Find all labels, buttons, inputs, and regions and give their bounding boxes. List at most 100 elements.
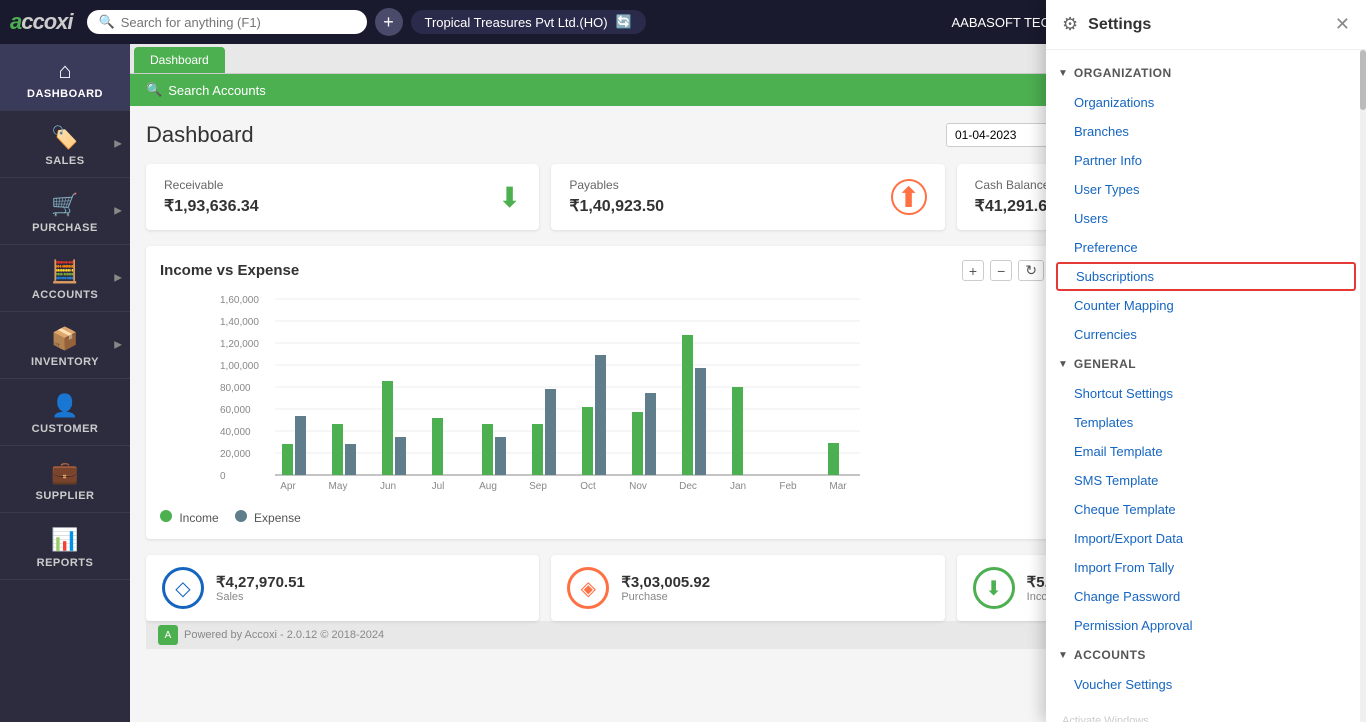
settings-item-user-types[interactable]: User Types <box>1046 175 1366 204</box>
section-header-organization[interactable]: ▼ ORGANIZATION <box>1046 58 1366 88</box>
supplier-icon: 💼 <box>51 460 78 486</box>
sidebar-item-inventory[interactable]: 📦 INVENTORY ▶ <box>0 312 130 379</box>
settings-item-shortcut-settings[interactable]: Shortcut Settings <box>1046 379 1366 408</box>
search-accounts-label: Search Accounts <box>168 83 266 98</box>
settings-item-subscriptions[interactable]: Subscriptions <box>1056 262 1356 291</box>
chevron-right-icon: ▶ <box>114 340 122 351</box>
svg-text:60,000: 60,000 <box>220 405 251 416</box>
settings-item-import-export[interactable]: Import/Export Data <box>1046 524 1366 553</box>
sales-summary-card: ◇ ₹4,27,970.51 Sales <box>146 555 539 621</box>
svg-text:1,20,000: 1,20,000 <box>220 339 259 350</box>
settings-item-templates[interactable]: Templates <box>1046 408 1366 437</box>
section-label-general: GENERAL <box>1074 357 1136 371</box>
sidebar-item-dashboard[interactable]: ⌂ DASHBOARD <box>0 44 130 111</box>
settings-item-branches[interactable]: Branches <box>1046 117 1366 146</box>
add-button[interactable]: + <box>375 8 403 36</box>
settings-item-sms-template[interactable]: SMS Template <box>1046 466 1366 495</box>
income-legend-label: Income <box>179 511 218 525</box>
footer-text: Powered by Accoxi - 2.0.12 © 2018-2024 <box>184 629 384 641</box>
sidebar-item-reports[interactable]: 📊 REPORTS <box>0 513 130 580</box>
svg-text:1,40,000: 1,40,000 <box>220 317 259 328</box>
refresh-icon: 🔄 <box>616 14 632 30</box>
chevron-right-icon: ▶ <box>114 139 122 150</box>
search-accounts-icon: 🔍 <box>146 82 162 98</box>
search-input[interactable] <box>121 15 341 30</box>
purchase-summary-card: ◈ ₹3,03,005.92 Purchase <box>551 555 944 621</box>
section-collapse-arrow-general: ▼ <box>1058 359 1068 370</box>
sales-summary-amount: ₹4,27,970.51 <box>216 573 305 591</box>
sidebar-item-accounts[interactable]: 🧮 ACCOUNTS ▶ <box>0 245 130 312</box>
income-expense-chart: Income vs Expense + − ↻ 1,60,000 1,40,00… <box>146 246 1058 539</box>
expense-legend-dot <box>235 510 247 522</box>
settings-panel: ⚙ Settings ✕ ▼ ORGANIZATION Organization… <box>1046 0 1366 722</box>
sidebar-item-customer[interactable]: 👤 CUSTOMER <box>0 379 130 446</box>
section-collapse-arrow: ▼ <box>1058 68 1068 79</box>
settings-close-button[interactable]: ✕ <box>1335 14 1350 35</box>
search-accounts-button[interactable]: 🔍 Search Accounts <box>146 82 266 98</box>
settings-item-import-tally[interactable]: Import From Tally <box>1046 553 1366 582</box>
settings-item-voucher-settings[interactable]: Voucher Settings <box>1046 670 1366 699</box>
settings-item-change-password[interactable]: Change Password <box>1046 582 1366 611</box>
sidebar-item-label: SALES <box>45 155 84 167</box>
svg-text:Sep: Sep <box>529 481 547 492</box>
receivable-card: Receivable ₹1,93,636.34 ⬇ <box>146 164 539 230</box>
section-header-accounts[interactable]: ▼ ACCOUNTS <box>1046 640 1366 670</box>
reports-icon: 📊 <box>51 527 78 553</box>
chart-zoom-out-button[interactable]: − <box>990 260 1012 281</box>
svg-text:Nov: Nov <box>629 481 647 492</box>
company-selector[interactable]: Tropical Treasures Pvt Ltd.(HO) 🔄 <box>411 10 646 34</box>
settings-item-preference[interactable]: Preference <box>1046 233 1366 262</box>
section-label-organization: ORGANIZATION <box>1074 66 1172 80</box>
settings-item-counter-mapping[interactable]: Counter Mapping <box>1046 291 1366 320</box>
settings-body: ▼ ORGANIZATION Organizations Branches Pa… <box>1046 50 1366 722</box>
settings-item-organizations[interactable]: Organizations <box>1046 88 1366 117</box>
settings-item-currencies[interactable]: Currencies <box>1046 320 1366 349</box>
scrollbar-track[interactable] <box>1360 50 1366 722</box>
scrollbar-thumb[interactable] <box>1360 50 1366 110</box>
settings-panel-title: Settings <box>1088 16 1325 34</box>
chart-zoom-in-button[interactable]: + <box>962 260 984 281</box>
receivable-label: Receivable <box>164 178 259 192</box>
svg-text:Dec: Dec <box>679 481 697 492</box>
purchase-icon: 🛒 <box>51 192 78 218</box>
accounts-icon: 🧮 <box>51 259 78 285</box>
page-title: Dashboard <box>146 122 254 148</box>
payables-label: Payables <box>569 178 664 192</box>
svg-text:80,000: 80,000 <box>220 383 251 394</box>
dashboard-icon: ⌂ <box>58 58 71 84</box>
sidebar-item-purchase[interactable]: 🛒 PURCHASE ▶ <box>0 178 130 245</box>
svg-text:Oct: Oct <box>580 481 596 492</box>
settings-item-email-template[interactable]: Email Template <box>1046 437 1366 466</box>
chart-legend: Income Expense <box>160 510 1044 525</box>
global-search-bar[interactable]: 🔍 <box>87 10 367 34</box>
company-name-label: Tropical Treasures Pvt Ltd.(HO) <box>425 15 608 30</box>
sidebar-item-label: REPORTS <box>37 557 94 569</box>
sidebar-item-label: ACCOUNTS <box>32 289 98 301</box>
sidebar-item-label: PURCHASE <box>32 222 98 234</box>
activate-windows-watermark: Activate WindowsGo to Settings to activa… <box>1046 699 1366 722</box>
income-legend-dot <box>160 510 172 522</box>
settings-gear-icon: ⚙ <box>1062 14 1078 35</box>
search-magnifier-icon: 🔍 <box>99 14 115 30</box>
chevron-right-icon: ▶ <box>114 273 122 284</box>
svg-text:20,000: 20,000 <box>220 449 251 460</box>
section-header-general[interactable]: ▼ GENERAL <box>1046 349 1366 379</box>
expense-legend-label: Expense <box>254 511 301 525</box>
settings-item-partner-info[interactable]: Partner Info <box>1046 146 1366 175</box>
sidebar-item-supplier[interactable]: 💼 SUPPLIER <box>0 446 130 513</box>
settings-item-users[interactable]: Users <box>1046 204 1366 233</box>
svg-text:40,000: 40,000 <box>220 427 251 438</box>
section-label-accounts: ACCOUNTS <box>1074 648 1146 662</box>
settings-item-cheque-template[interactable]: Cheque Template <box>1046 495 1366 524</box>
tab-dashboard[interactable]: Dashboard <box>134 47 225 73</box>
svg-text:Mar: Mar <box>829 481 847 492</box>
settings-item-permission-approval[interactable]: Permission Approval <box>1046 611 1366 640</box>
sidebar-item-label: CUSTOMER <box>32 423 99 435</box>
sidebar-item-sales[interactable]: 🏷️ SALES ▶ <box>0 111 130 178</box>
bar-chart-svg: 1,60,000 1,40,000 1,20,000 1,00,000 80,0… <box>220 289 860 499</box>
app-logo: accoxi <box>10 9 73 35</box>
section-collapse-arrow-accounts: ▼ <box>1058 650 1068 661</box>
receivable-icon: ⬇ <box>498 181 521 214</box>
svg-text:1,60,000: 1,60,000 <box>220 295 259 306</box>
chart-refresh-button[interactable]: ↻ <box>1018 260 1044 281</box>
